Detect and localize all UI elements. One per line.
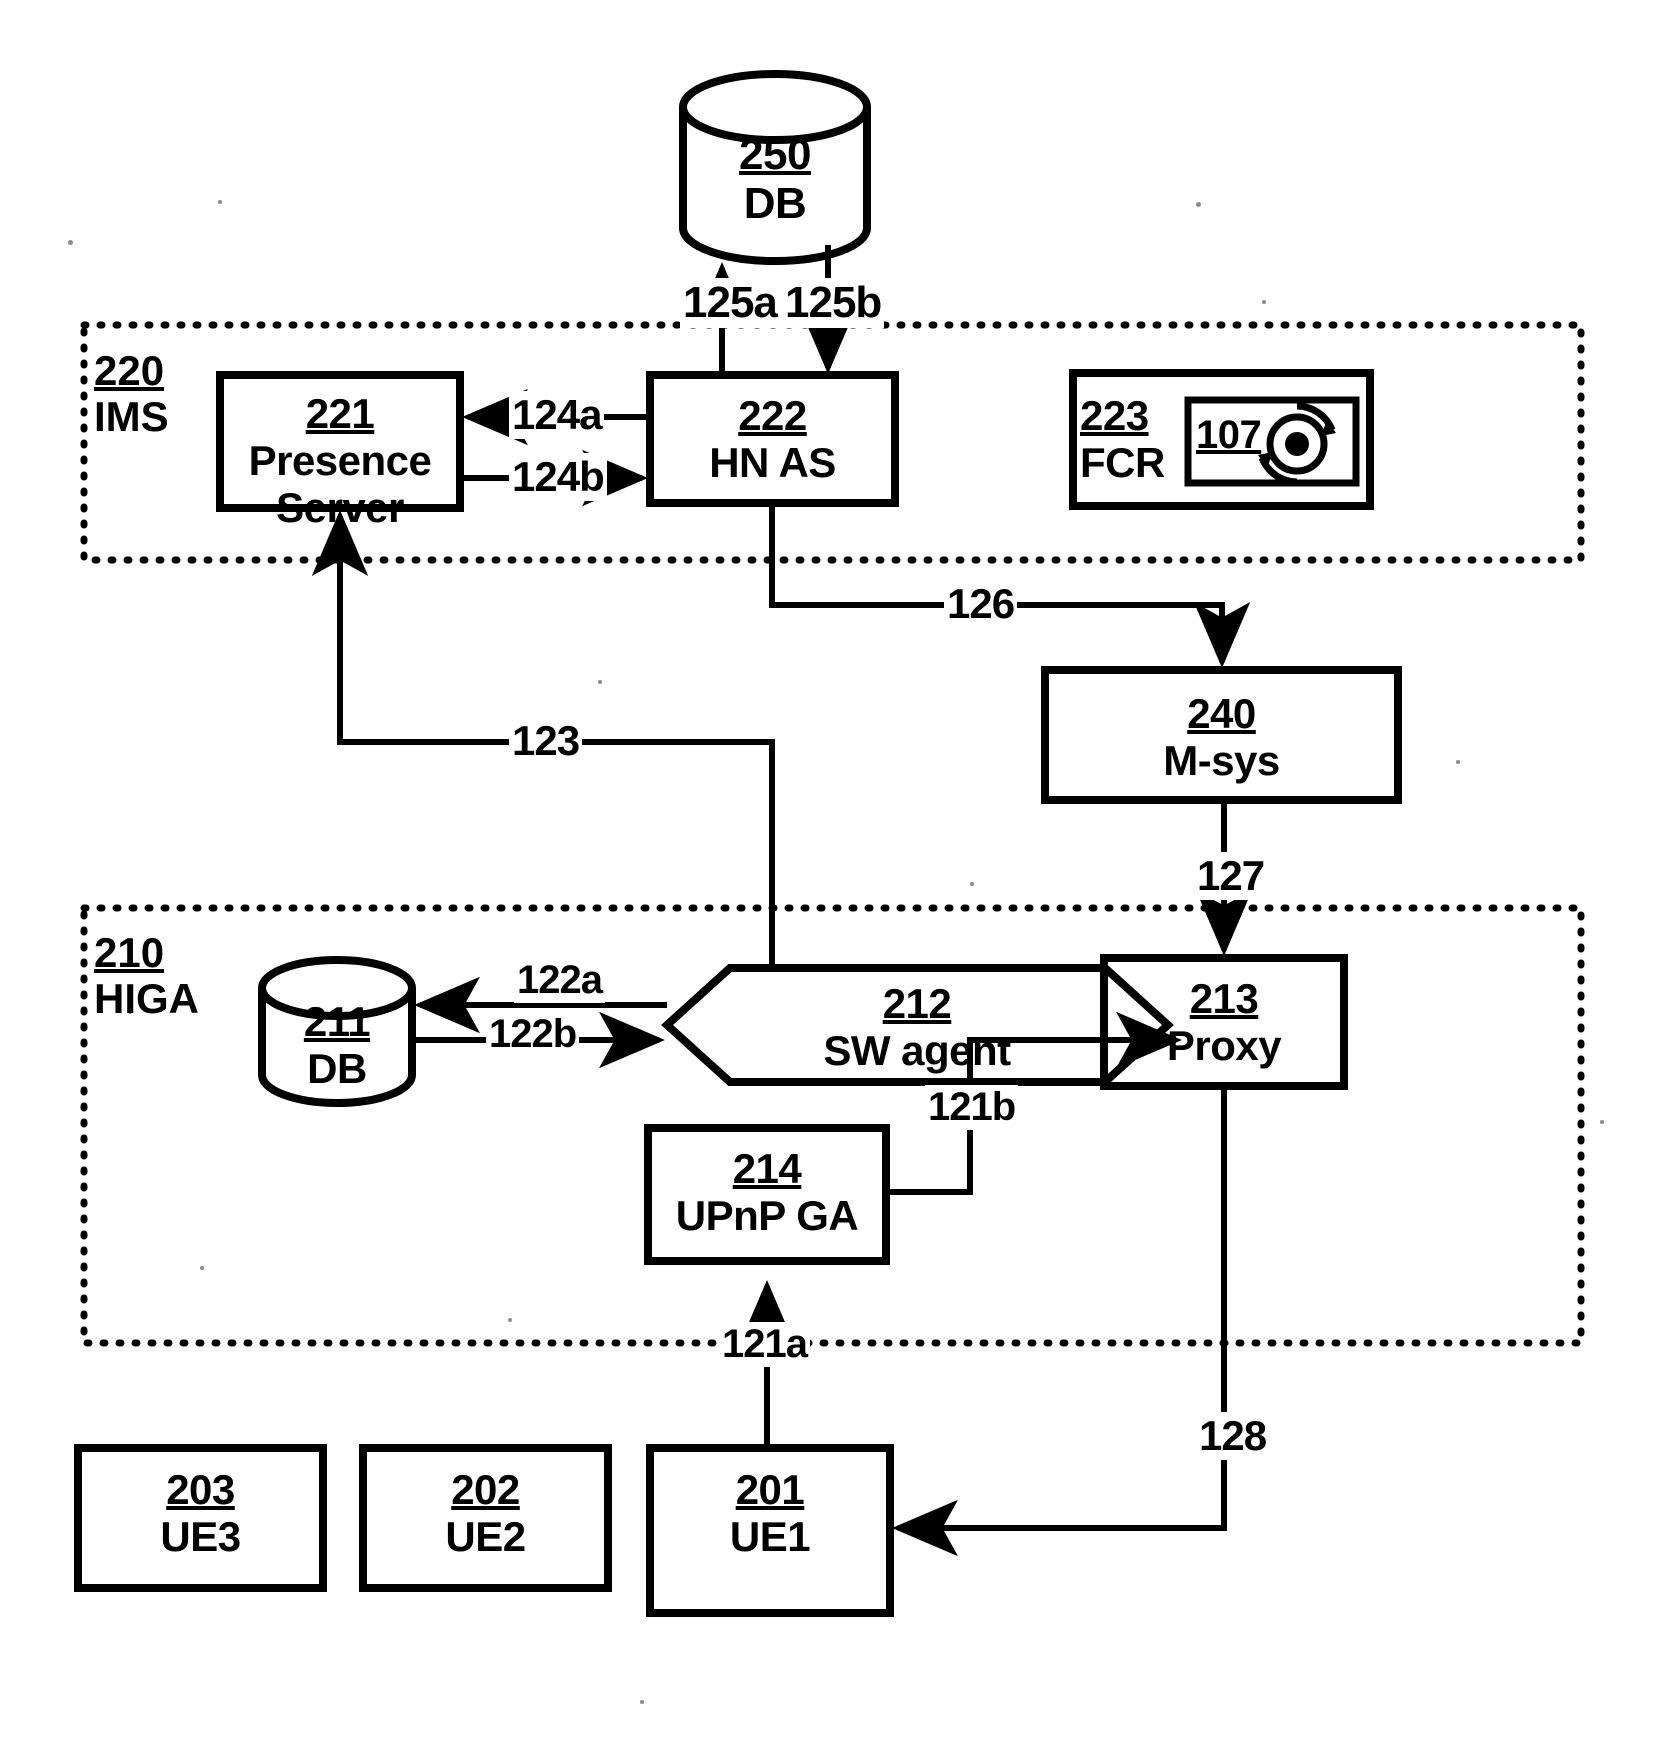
group-ref-210: 210: [94, 929, 165, 976]
node-ref-212: 212: [882, 980, 952, 1027]
edge-label-127: 127: [1194, 852, 1268, 900]
node-label-swagent: 212 SW agent: [682, 980, 1152, 1074]
node-ref-240: 240: [1187, 690, 1256, 737]
node-label-proxy: 213 Proxy: [1104, 975, 1344, 1069]
edge-label-126: 126: [944, 580, 1018, 628]
scan-speck: [508, 1318, 512, 1322]
group-name-higa: HIGA: [94, 975, 199, 1023]
node-ref-214: 214: [732, 1145, 802, 1192]
node-name-ue2: UE2: [445, 1513, 526, 1561]
node-name-hnas: HN AS: [709, 439, 836, 487]
node-label-ue1: 201 UE1: [650, 1466, 890, 1560]
node-label-upnpga: 214 UPnP GA: [648, 1145, 886, 1239]
edge-label-121a: 121a: [719, 1322, 810, 1367]
edge-label-128: 128: [1196, 1412, 1270, 1460]
scan-speck: [1600, 1120, 1604, 1124]
node-label-db211: 211 DB: [262, 998, 412, 1092]
scan-speck: [68, 240, 73, 245]
edge-label-122a: 122a: [514, 958, 605, 1003]
scan-speck: [1196, 202, 1201, 207]
node-ref-202: 202: [451, 1466, 520, 1513]
scan-speck: [1456, 760, 1460, 764]
edge-label-121b: 121b: [925, 1085, 1019, 1130]
edge-128-line: [892, 1086, 1227, 1557]
node-name-fcr: FCR: [1080, 439, 1165, 487]
node-name-proxy: Proxy: [1166, 1022, 1282, 1070]
node-label-db250: 250 DB: [683, 130, 867, 229]
group-label-ims: 220 IMS: [94, 347, 169, 441]
node-label-fcr: 223 FCR: [1080, 392, 1190, 486]
node-label-msys: 240 M-sys: [1045, 690, 1398, 784]
node-ref-211: 211: [303, 998, 371, 1045]
edge-label-124b: 124b: [509, 453, 607, 501]
scan-speck: [970, 882, 974, 886]
scan-speck: [218, 200, 222, 204]
group-name-ims: IMS: [94, 393, 169, 441]
group-higa-border: [80, 904, 1585, 1347]
node-name-presence-line1: Presence: [248, 437, 432, 485]
node-label-presence: 221 Presence Server: [220, 390, 460, 531]
node-ref-201: 201: [735, 1466, 805, 1513]
node-label-ue3: 203 UE3: [78, 1466, 323, 1560]
node-label-ue2: 202 UE2: [363, 1466, 608, 1560]
node-name-ue1: UE1: [729, 1513, 811, 1561]
node-label-hnas: 222 HN AS: [650, 392, 895, 486]
scan-speck: [598, 680, 602, 684]
group-ref-220: 220: [94, 347, 165, 394]
edge-label-122b: 122b: [486, 1012, 580, 1057]
group-label-higa: 210 HIGA: [94, 929, 199, 1023]
node-ref-203: 203: [166, 1466, 235, 1513]
scan-speck: [640, 1700, 644, 1704]
node-name-db250: DB: [743, 179, 807, 229]
edge-label-123: 123: [509, 717, 583, 765]
node-name-db211: DB: [307, 1045, 367, 1093]
scan-speck: [200, 1266, 204, 1270]
node-ref-213: 213: [1189, 975, 1259, 1022]
node-ref-221: 221: [305, 390, 375, 437]
node-ref-222: 222: [738, 392, 807, 439]
patent-figure-canvas: 220 IMS 210 HIGA 250 DB 221 Presence Ser…: [0, 0, 1679, 1759]
node-ref-250: 250: [739, 130, 811, 179]
node-name-ue3: UE3: [160, 1513, 241, 1561]
edge-label-125a: 125a: [680, 278, 780, 328]
node-name-msys: M-sys: [1163, 737, 1280, 785]
node-ref-107: 107: [1196, 413, 1262, 457]
node-label-icon107: 107: [1196, 413, 1276, 458]
scan-speck: [1262, 300, 1266, 304]
node-ref-223: 223: [1080, 392, 1149, 439]
edge-label-125b: 125b: [782, 278, 885, 328]
node-name-presence-line2: Server: [276, 484, 404, 532]
node-name-upnpga: UPnP GA: [675, 1192, 859, 1240]
node-name-swagent: SW agent: [823, 1027, 1011, 1075]
edge-label-124a: 124a: [509, 391, 605, 439]
